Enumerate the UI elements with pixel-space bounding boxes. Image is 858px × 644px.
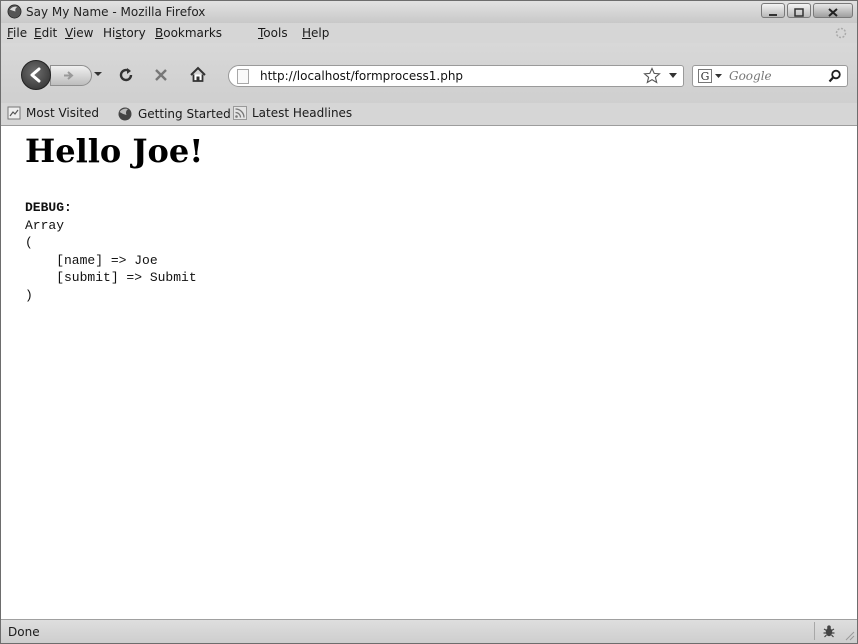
bookmark-star-icon[interactable] — [642, 66, 662, 86]
address-bar[interactable]: http://localhost/formprocess1.php — [228, 65, 684, 87]
throbber-icon — [835, 27, 847, 39]
menu-help[interactable]: Help — [302, 26, 329, 40]
search-bar[interactable]: G Google — [692, 65, 848, 87]
menu-bar: File Edit View History Bookmarks Tools H… — [1, 23, 857, 43]
home-icon[interactable] — [189, 66, 207, 84]
maximize-icon — [794, 8, 804, 17]
rss-icon — [233, 106, 247, 120]
status-text: Done — [8, 625, 40, 639]
search-engine-icon[interactable]: G — [698, 69, 712, 83]
bookmark-getting-started[interactable]: Getting Started — [117, 106, 231, 122]
page-heading: Hello Joe! — [25, 132, 204, 170]
status-divider — [814, 622, 815, 640]
forward-arrow-icon — [64, 71, 74, 80]
history-dropdown-icon[interactable] — [93, 69, 103, 79]
back-button[interactable] — [21, 60, 51, 90]
search-engine-dropdown-icon[interactable] — [715, 74, 722, 79]
page-favicon — [237, 69, 249, 84]
menu-edit[interactable]: Edit — [34, 26, 57, 40]
close-icon — [828, 8, 838, 17]
url-input[interactable]: http://localhost/formprocess1.php — [260, 69, 463, 83]
stop-icon[interactable] — [152, 66, 170, 84]
menu-tools[interactable]: Tools — [258, 26, 288, 40]
debug-line: ( — [25, 235, 33, 250]
menu-bookmarks[interactable]: Bookmarks — [155, 26, 222, 40]
menu-file[interactable]: File — [7, 26, 27, 40]
url-dropdown-icon[interactable] — [669, 73, 677, 79]
menu-history[interactable]: History — [103, 26, 146, 40]
bug-icon[interactable] — [821, 623, 837, 639]
search-icon[interactable] — [828, 69, 842, 83]
minimize-icon — [769, 14, 777, 16]
reload-icon[interactable] — [117, 66, 135, 84]
forward-button[interactable] — [50, 65, 92, 86]
debug-line: ) — [25, 287, 33, 303]
debug-line: [submit] => Submit — [25, 270, 197, 285]
most-visited-icon — [7, 106, 21, 120]
browser-window: Say My Name - Mozilla Firefox File Edit … — [0, 0, 858, 644]
firefox-icon — [7, 4, 22, 19]
menu-view[interactable]: View — [65, 26, 93, 40]
bookmark-most-visited[interactable]: Most Visited — [7, 106, 99, 120]
bookmarks-toolbar: Most Visited Getting Started Latest Head… — [1, 103, 857, 126]
resize-grip-icon[interactable] — [845, 631, 855, 641]
debug-line: Array — [25, 217, 65, 233]
page-content: Hello Joe! DEBUG: Array ( [name] => Joe … — [1, 126, 857, 619]
maximize-button[interactable] — [787, 3, 811, 18]
debug-label: DEBUG: — [25, 200, 72, 215]
title-bar: Say My Name - Mozilla Firefox — [1, 1, 857, 23]
status-bar: Done — [1, 619, 857, 643]
search-input[interactable]: Google — [729, 69, 772, 83]
navigation-toolbar: http://localhost/formprocess1.php G Goog… — [1, 43, 857, 103]
debug-line: [name] => Joe — [25, 252, 158, 268]
debug-output: DEBUG: Array ( [name] => Joe [submit] =>… — [25, 199, 197, 304]
close-button[interactable] — [813, 3, 853, 18]
firefox-icon — [118, 107, 132, 121]
window-title: Say My Name - Mozilla Firefox — [26, 5, 206, 19]
back-arrow-icon — [30, 67, 41, 83]
window-controls — [759, 3, 853, 20]
bookmark-latest-headlines[interactable]: Latest Headlines — [233, 106, 352, 120]
minimize-button[interactable] — [761, 3, 785, 18]
